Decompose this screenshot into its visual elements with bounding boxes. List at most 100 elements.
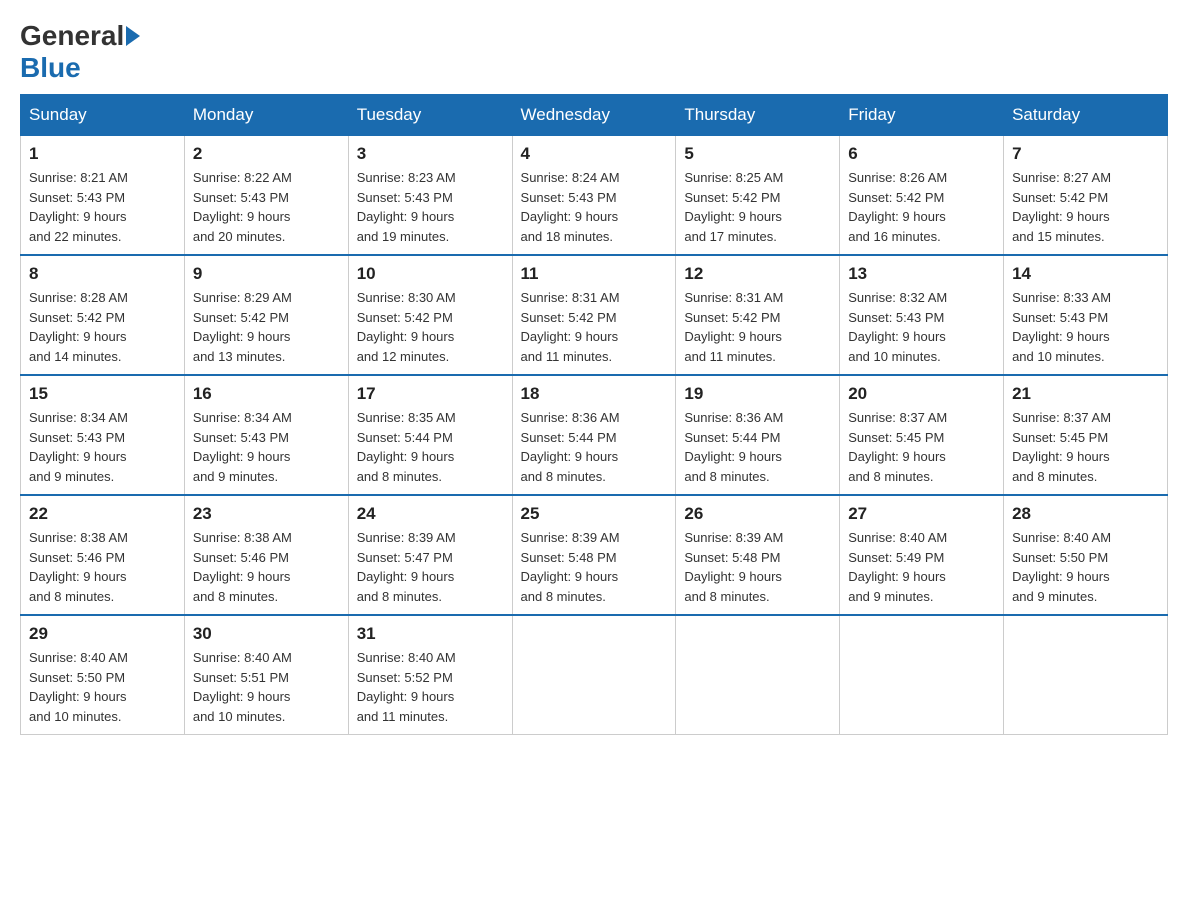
calendar-week-row: 29 Sunrise: 8:40 AMSunset: 5:50 PMDaylig…: [21, 615, 1168, 735]
calendar-cell: 15 Sunrise: 8:34 AMSunset: 5:43 PMDaylig…: [21, 375, 185, 495]
day-info: Sunrise: 8:21 AMSunset: 5:43 PMDaylight:…: [29, 168, 176, 246]
day-info: Sunrise: 8:39 AMSunset: 5:47 PMDaylight:…: [357, 528, 504, 606]
calendar-cell: 18 Sunrise: 8:36 AMSunset: 5:44 PMDaylig…: [512, 375, 676, 495]
day-number: 22: [29, 504, 176, 524]
calendar-cell: 25 Sunrise: 8:39 AMSunset: 5:48 PMDaylig…: [512, 495, 676, 615]
calendar-cell: [512, 615, 676, 735]
day-info: Sunrise: 8:28 AMSunset: 5:42 PMDaylight:…: [29, 288, 176, 366]
day-info: Sunrise: 8:26 AMSunset: 5:42 PMDaylight:…: [848, 168, 995, 246]
day-number: 8: [29, 264, 176, 284]
calendar-cell: 9 Sunrise: 8:29 AMSunset: 5:42 PMDayligh…: [184, 255, 348, 375]
calendar-cell: 2 Sunrise: 8:22 AMSunset: 5:43 PMDayligh…: [184, 136, 348, 256]
calendar-cell: 16 Sunrise: 8:34 AMSunset: 5:43 PMDaylig…: [184, 375, 348, 495]
weekday-header-sunday: Sunday: [21, 95, 185, 136]
calendar-cell: 29 Sunrise: 8:40 AMSunset: 5:50 PMDaylig…: [21, 615, 185, 735]
calendar-cell: 17 Sunrise: 8:35 AMSunset: 5:44 PMDaylig…: [348, 375, 512, 495]
day-number: 31: [357, 624, 504, 644]
calendar-cell: 12 Sunrise: 8:31 AMSunset: 5:42 PMDaylig…: [676, 255, 840, 375]
day-info: Sunrise: 8:23 AMSunset: 5:43 PMDaylight:…: [357, 168, 504, 246]
calendar-cell: 28 Sunrise: 8:40 AMSunset: 5:50 PMDaylig…: [1004, 495, 1168, 615]
calendar-cell: 11 Sunrise: 8:31 AMSunset: 5:42 PMDaylig…: [512, 255, 676, 375]
day-info: Sunrise: 8:30 AMSunset: 5:42 PMDaylight:…: [357, 288, 504, 366]
day-info: Sunrise: 8:40 AMSunset: 5:50 PMDaylight:…: [1012, 528, 1159, 606]
calendar-week-row: 22 Sunrise: 8:38 AMSunset: 5:46 PMDaylig…: [21, 495, 1168, 615]
day-info: Sunrise: 8:25 AMSunset: 5:42 PMDaylight:…: [684, 168, 831, 246]
day-number: 28: [1012, 504, 1159, 524]
day-info: Sunrise: 8:40 AMSunset: 5:50 PMDaylight:…: [29, 648, 176, 726]
day-info: Sunrise: 8:36 AMSunset: 5:44 PMDaylight:…: [684, 408, 831, 486]
day-number: 6: [848, 144, 995, 164]
day-info: Sunrise: 8:29 AMSunset: 5:42 PMDaylight:…: [193, 288, 340, 366]
day-info: Sunrise: 8:34 AMSunset: 5:43 PMDaylight:…: [29, 408, 176, 486]
day-number: 27: [848, 504, 995, 524]
day-info: Sunrise: 8:39 AMSunset: 5:48 PMDaylight:…: [684, 528, 831, 606]
day-number: 23: [193, 504, 340, 524]
day-number: 14: [1012, 264, 1159, 284]
calendar-cell: 8 Sunrise: 8:28 AMSunset: 5:42 PMDayligh…: [21, 255, 185, 375]
calendar-cell: 4 Sunrise: 8:24 AMSunset: 5:43 PMDayligh…: [512, 136, 676, 256]
day-number: 4: [521, 144, 668, 164]
calendar-cell: 27 Sunrise: 8:40 AMSunset: 5:49 PMDaylig…: [840, 495, 1004, 615]
day-number: 16: [193, 384, 340, 404]
calendar-cell: [676, 615, 840, 735]
day-number: 20: [848, 384, 995, 404]
calendar-cell: 24 Sunrise: 8:39 AMSunset: 5:47 PMDaylig…: [348, 495, 512, 615]
day-number: 11: [521, 264, 668, 284]
calendar-cell: 5 Sunrise: 8:25 AMSunset: 5:42 PMDayligh…: [676, 136, 840, 256]
day-info: Sunrise: 8:22 AMSunset: 5:43 PMDaylight:…: [193, 168, 340, 246]
day-number: 10: [357, 264, 504, 284]
day-number: 29: [29, 624, 176, 644]
day-number: 19: [684, 384, 831, 404]
day-info: Sunrise: 8:33 AMSunset: 5:43 PMDaylight:…: [1012, 288, 1159, 366]
day-number: 3: [357, 144, 504, 164]
day-number: 26: [684, 504, 831, 524]
weekday-header-saturday: Saturday: [1004, 95, 1168, 136]
day-number: 15: [29, 384, 176, 404]
day-number: 17: [357, 384, 504, 404]
day-info: Sunrise: 8:36 AMSunset: 5:44 PMDaylight:…: [521, 408, 668, 486]
day-number: 9: [193, 264, 340, 284]
calendar-cell: 20 Sunrise: 8:37 AMSunset: 5:45 PMDaylig…: [840, 375, 1004, 495]
day-info: Sunrise: 8:35 AMSunset: 5:44 PMDaylight:…: [357, 408, 504, 486]
calendar-cell: [840, 615, 1004, 735]
day-info: Sunrise: 8:32 AMSunset: 5:43 PMDaylight:…: [848, 288, 995, 366]
day-info: Sunrise: 8:39 AMSunset: 5:48 PMDaylight:…: [521, 528, 668, 606]
calendar-cell: 23 Sunrise: 8:38 AMSunset: 5:46 PMDaylig…: [184, 495, 348, 615]
calendar-header-row: SundayMondayTuesdayWednesdayThursdayFrid…: [21, 95, 1168, 136]
calendar-cell: [1004, 615, 1168, 735]
calendar-cell: 21 Sunrise: 8:37 AMSunset: 5:45 PMDaylig…: [1004, 375, 1168, 495]
weekday-header-wednesday: Wednesday: [512, 95, 676, 136]
day-number: 1: [29, 144, 176, 164]
day-info: Sunrise: 8:40 AMSunset: 5:49 PMDaylight:…: [848, 528, 995, 606]
logo: General Blue: [20, 20, 142, 84]
calendar-cell: 10 Sunrise: 8:30 AMSunset: 5:42 PMDaylig…: [348, 255, 512, 375]
weekday-header-thursday: Thursday: [676, 95, 840, 136]
day-number: 2: [193, 144, 340, 164]
day-info: Sunrise: 8:37 AMSunset: 5:45 PMDaylight:…: [848, 408, 995, 486]
calendar-table: SundayMondayTuesdayWednesdayThursdayFrid…: [20, 94, 1168, 735]
calendar-week-row: 8 Sunrise: 8:28 AMSunset: 5:42 PMDayligh…: [21, 255, 1168, 375]
weekday-header-monday: Monday: [184, 95, 348, 136]
day-number: 18: [521, 384, 668, 404]
calendar-cell: 22 Sunrise: 8:38 AMSunset: 5:46 PMDaylig…: [21, 495, 185, 615]
day-info: Sunrise: 8:40 AMSunset: 5:51 PMDaylight:…: [193, 648, 340, 726]
day-info: Sunrise: 8:38 AMSunset: 5:46 PMDaylight:…: [29, 528, 176, 606]
logo-general-text: General: [20, 20, 124, 52]
day-info: Sunrise: 8:24 AMSunset: 5:43 PMDaylight:…: [521, 168, 668, 246]
calendar-cell: 26 Sunrise: 8:39 AMSunset: 5:48 PMDaylig…: [676, 495, 840, 615]
day-info: Sunrise: 8:38 AMSunset: 5:46 PMDaylight:…: [193, 528, 340, 606]
logo-blue-text: Blue: [20, 52, 81, 83]
weekday-header-tuesday: Tuesday: [348, 95, 512, 136]
day-number: 7: [1012, 144, 1159, 164]
day-number: 30: [193, 624, 340, 644]
calendar-cell: 3 Sunrise: 8:23 AMSunset: 5:43 PMDayligh…: [348, 136, 512, 256]
day-info: Sunrise: 8:34 AMSunset: 5:43 PMDaylight:…: [193, 408, 340, 486]
page-header: General Blue: [20, 20, 1168, 84]
calendar-cell: 7 Sunrise: 8:27 AMSunset: 5:42 PMDayligh…: [1004, 136, 1168, 256]
day-number: 24: [357, 504, 504, 524]
day-info: Sunrise: 8:27 AMSunset: 5:42 PMDaylight:…: [1012, 168, 1159, 246]
calendar-cell: 6 Sunrise: 8:26 AMSunset: 5:42 PMDayligh…: [840, 136, 1004, 256]
day-number: 25: [521, 504, 668, 524]
day-number: 5: [684, 144, 831, 164]
day-number: 12: [684, 264, 831, 284]
